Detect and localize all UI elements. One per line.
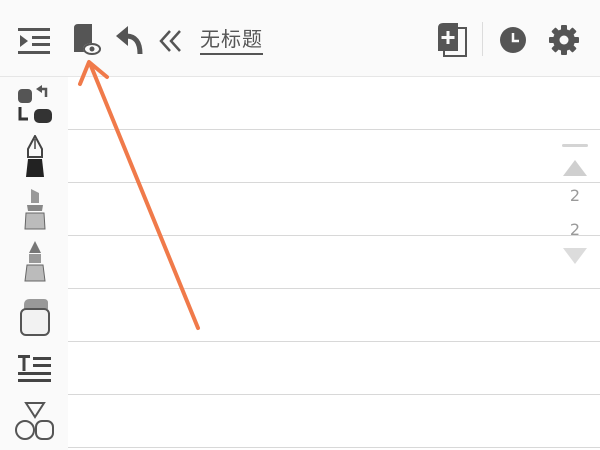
total-page-number: 2 — [569, 220, 581, 239]
document-title[interactable]: 无标题 — [200, 27, 263, 55]
ruled-line — [68, 182, 600, 183]
triangle-up-icon[interactable] — [562, 158, 588, 178]
top-toolbar: 无标题 — [0, 0, 600, 77]
marker-icon[interactable] — [14, 239, 56, 283]
highlighter-icon[interactable] — [14, 187, 56, 231]
ruled-line — [68, 394, 600, 395]
eraser-icon[interactable] — [14, 295, 56, 339]
page-navigator: 2 2 — [558, 138, 592, 274]
ruled-line — [68, 235, 600, 236]
note-canvas[interactable] — [68, 77, 600, 450]
triangle-down-icon[interactable] — [562, 246, 588, 266]
text-icon[interactable] — [14, 349, 56, 393]
pager-handle[interactable] — [562, 144, 588, 147]
menu-icon[interactable] — [16, 26, 52, 56]
lasso-icon[interactable] — [14, 85, 56, 129]
page-preview-icon[interactable] — [70, 22, 104, 58]
undo-icon[interactable] — [114, 24, 144, 56]
ruled-line — [68, 129, 600, 130]
gear-icon[interactable] — [548, 24, 580, 56]
ruled-line — [68, 288, 600, 289]
ruled-line — [68, 447, 600, 448]
tool-sidebar — [0, 77, 68, 450]
double-chevron-left-icon[interactable] — [158, 28, 184, 54]
toolbar-divider — [482, 22, 483, 56]
clock-icon[interactable] — [499, 26, 527, 54]
current-page-number: 2 — [569, 186, 581, 205]
add-page-icon[interactable] — [436, 22, 470, 58]
shapes-icon[interactable] — [14, 399, 56, 443]
ruled-line — [68, 341, 600, 342]
pen-icon[interactable] — [14, 135, 56, 179]
